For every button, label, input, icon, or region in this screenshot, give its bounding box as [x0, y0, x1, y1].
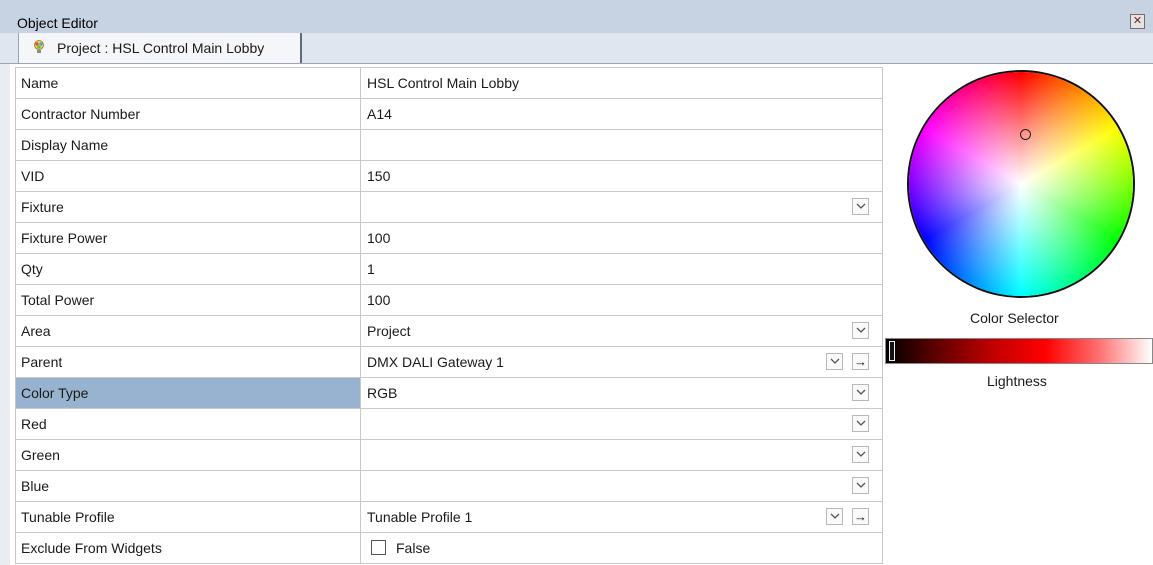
property-value[interactable]: False: [361, 533, 882, 563]
property-name[interactable]: VID: [16, 161, 361, 191]
property-value-text: 150: [367, 168, 391, 184]
property-name[interactable]: Red: [16, 409, 361, 439]
property-name[interactable]: Contractor Number: [16, 99, 361, 129]
property-value[interactable]: 150: [361, 161, 882, 191]
chevron-down-icon[interactable]: [852, 477, 869, 494]
property-value-text: 100: [367, 230, 391, 246]
arrow-right-icon[interactable]: →: [852, 353, 869, 370]
left-edge-panel: [0, 64, 10, 565]
chevron-down-icon[interactable]: [852, 384, 869, 401]
lightness-handle[interactable]: [889, 341, 895, 361]
editor-content: Name HSL Control Main Lobby Contractor Num…: [0, 64, 1153, 565]
tab-label: Project : HSL Control Main Lobby: [57, 40, 265, 56]
chevron-down-icon[interactable]: [826, 508, 843, 525]
property-value[interactable]: Project: [361, 316, 882, 346]
property-value-text: DMX DALI Gateway 1: [367, 354, 504, 370]
color-selector-label: Color Selector: [970, 310, 1059, 326]
arrow-right-icon[interactable]: →: [852, 508, 869, 525]
tab-strip: Project : HSL Control Main Lobby: [0, 33, 1153, 64]
property-value-text: Tunable Profile 1: [367, 509, 473, 525]
property-value[interactable]: 1: [361, 254, 882, 284]
property-value[interactable]: DMX DALI Gateway 1 →: [361, 347, 882, 377]
chevron-down-icon[interactable]: [852, 322, 869, 339]
color-wheel[interactable]: [909, 72, 1133, 296]
property-name[interactable]: Area: [16, 316, 361, 346]
property-row[interactable]: Display Name: [16, 130, 882, 161]
property-name[interactable]: Parent: [16, 347, 361, 377]
color-wheel-marker[interactable]: [1020, 129, 1031, 140]
chevron-down-icon[interactable]: [852, 198, 869, 215]
property-value-text: HSL Control Main Lobby: [367, 75, 520, 91]
property-name[interactable]: Name: [16, 68, 361, 98]
property-name[interactable]: Fixture: [16, 192, 361, 222]
property-name[interactable]: Total Power: [16, 285, 361, 315]
property-name[interactable]: Display Name: [16, 130, 361, 160]
property-row[interactable]: Area Project: [16, 316, 882, 347]
property-value-text: A14: [367, 106, 392, 122]
property-row[interactable]: Name HSL Control Main Lobby: [16, 68, 882, 99]
property-value-text: 100: [367, 292, 391, 308]
property-name[interactable]: Exclude From Widgets: [16, 533, 361, 563]
property-row[interactable]: Tunable Profile Tunable Profile 1 →: [16, 502, 882, 533]
property-value[interactable]: [361, 440, 882, 470]
chevron-down-icon[interactable]: [826, 353, 843, 370]
property-row[interactable]: Contractor Number A14: [16, 99, 882, 130]
exclude-checkbox[interactable]: [371, 540, 386, 555]
property-row[interactable]: Qty 1: [16, 254, 882, 285]
property-row[interactable]: VID 150: [16, 161, 882, 192]
chevron-down-icon[interactable]: [852, 446, 869, 463]
lightness-label: Lightness: [987, 373, 1047, 389]
bulb-icon: [34, 40, 44, 53]
property-name[interactable]: Green: [16, 440, 361, 470]
property-row[interactable]: Green: [16, 440, 882, 471]
checkbox-label: False: [396, 540, 431, 556]
property-name[interactable]: Fixture Power: [16, 223, 361, 253]
property-value[interactable]: HSL Control Main Lobby: [361, 68, 882, 98]
property-value-text: 1: [367, 261, 375, 277]
property-row[interactable]: Fixture Power 100: [16, 223, 882, 254]
property-value[interactable]: [361, 130, 882, 160]
title-bar: Object Editor ✕: [0, 0, 1153, 34]
property-name[interactable]: Blue: [16, 471, 361, 501]
property-grid: Name HSL Control Main Lobby Contractor Num…: [15, 67, 883, 564]
property-value[interactable]: 100: [361, 285, 882, 315]
property-row[interactable]: Blue: [16, 471, 882, 502]
property-name[interactable]: Qty: [16, 254, 361, 284]
chevron-down-icon[interactable]: [852, 415, 869, 432]
property-row[interactable]: Exclude From Widgets False: [16, 533, 882, 564]
property-value[interactable]: 100: [361, 223, 882, 253]
close-icon[interactable]: ✕: [1130, 14, 1145, 29]
tab-project[interactable]: Project : HSL Control Main Lobby: [18, 33, 302, 63]
lightness-slider[interactable]: [885, 338, 1153, 364]
property-value[interactable]: Tunable Profile 1 →: [361, 502, 882, 532]
property-value[interactable]: RGB: [361, 378, 882, 408]
property-value-text: Project: [367, 323, 411, 339]
property-value[interactable]: A14: [361, 99, 882, 129]
property-value[interactable]: [361, 192, 882, 222]
property-value-text: RGB: [367, 385, 398, 401]
property-row[interactable]: Fixture: [16, 192, 882, 223]
property-value[interactable]: [361, 409, 882, 439]
property-row[interactable]: Red: [16, 409, 882, 440]
property-value[interactable]: [361, 471, 882, 501]
property-row[interactable]: Color Type RGB: [16, 378, 882, 409]
property-row[interactable]: Parent DMX DALI Gateway 1 →: [16, 347, 882, 378]
property-name[interactable]: Tunable Profile: [16, 502, 361, 532]
property-name[interactable]: Color Type: [16, 378, 361, 408]
property-row[interactable]: Total Power 100: [16, 285, 882, 316]
window-title: Object Editor: [17, 15, 98, 31]
